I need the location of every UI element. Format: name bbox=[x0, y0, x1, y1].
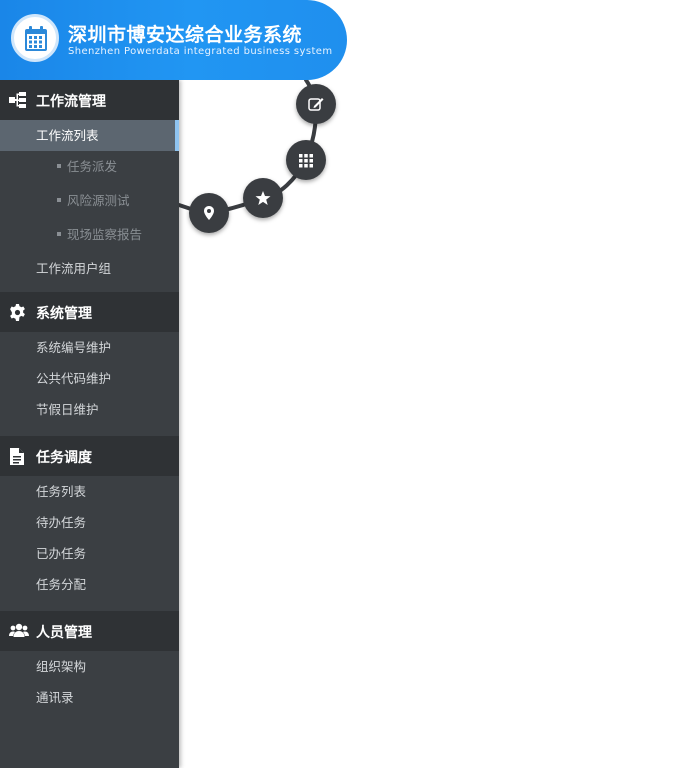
group-header-workflow[interactable]: 工作流管理 bbox=[0, 80, 179, 120]
edit-icon bbox=[308, 98, 324, 111]
sidebar-item-task-list[interactable]: 任务列表 bbox=[0, 476, 179, 507]
group-title: 工作流管理 bbox=[36, 94, 106, 110]
app-title: 深圳市博安达综合业务系统 bbox=[68, 24, 303, 46]
sidebar-item-system-number[interactable]: 系统编号维护 bbox=[0, 332, 179, 363]
group-title: 任务调度 bbox=[36, 450, 92, 466]
calendar-icon bbox=[25, 26, 47, 51]
edit-button[interactable] bbox=[296, 84, 336, 124]
location-button[interactable] bbox=[189, 193, 229, 233]
sidebar-item-workflow-list[interactable]: 工作流列表 bbox=[0, 120, 179, 151]
group-header-task-schedule[interactable]: 任务调度 bbox=[0, 436, 179, 476]
sidebar-item-org-structure[interactable]: 组织架构 bbox=[0, 651, 179, 682]
sidebar-item-done-tasks[interactable]: 已办任务 bbox=[0, 538, 179, 569]
group-header-system[interactable]: 系统管理 bbox=[0, 292, 179, 332]
sidebar-item-holiday[interactable]: 节假日维护 bbox=[0, 394, 179, 425]
bullet-icon bbox=[57, 197, 61, 202]
group-header-personnel[interactable]: 人员管理 bbox=[0, 611, 179, 651]
sidebar-subitem-inspection-report[interactable]: 现场监察报告 bbox=[0, 219, 179, 253]
group-title: 系统管理 bbox=[36, 306, 92, 322]
users-icon bbox=[9, 623, 29, 643]
sidebar-item-task-assign[interactable]: 任务分配 bbox=[0, 569, 179, 600]
sitemap-icon bbox=[9, 92, 27, 112]
sidebar-subitem-risk-test[interactable]: 风险源测试 bbox=[0, 185, 179, 219]
sidebar-subitem-task-dispatch[interactable]: 任务派发 bbox=[0, 151, 179, 185]
sidebar: 工作流管理 工作流列表 任务派发 风险源测试 现场监察报告 工作流用户组 系统管… bbox=[0, 80, 179, 768]
gear-icon bbox=[9, 304, 26, 325]
bullet-icon bbox=[57, 163, 61, 168]
sidebar-item-public-code[interactable]: 公共代码维护 bbox=[0, 363, 179, 394]
sidebar-item-todo-tasks[interactable]: 待办任务 bbox=[0, 507, 179, 538]
grid-icon bbox=[299, 154, 313, 168]
star-icon bbox=[255, 191, 271, 205]
group-title: 人员管理 bbox=[36, 625, 92, 641]
grid-button[interactable] bbox=[286, 140, 326, 180]
sidebar-item-contacts[interactable]: 通讯录 bbox=[0, 682, 179, 713]
app-header: 深圳市博安达综合业务系统 Shenzhen Powerdata integrat… bbox=[0, 0, 347, 80]
sidebar-item-workflow-usergroup[interactable]: 工作流用户组 bbox=[0, 253, 179, 284]
app-logo bbox=[11, 14, 59, 62]
bullet-icon bbox=[57, 231, 61, 236]
document-icon bbox=[9, 448, 25, 469]
star-button[interactable] bbox=[243, 178, 283, 218]
app-subtitle: Shenzhen Powerdata integrated business s… bbox=[68, 46, 333, 57]
map-pin-icon bbox=[204, 206, 214, 220]
